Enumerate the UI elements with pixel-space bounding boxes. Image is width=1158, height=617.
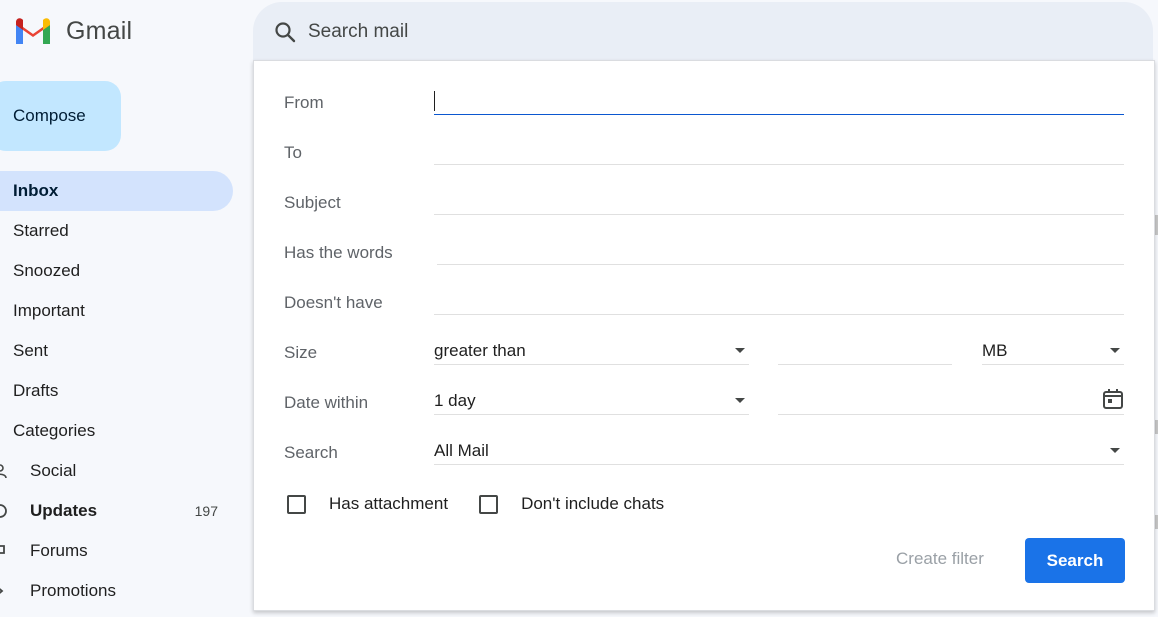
date-within-row: Date within 1 day — [284, 378, 1124, 428]
to-row: To — [284, 128, 1124, 178]
calendar-icon[interactable] — [1102, 388, 1124, 410]
subject-label: Subject — [284, 193, 341, 212]
doesnt-have-field[interactable] — [434, 285, 1124, 315]
chevron-down-icon — [1110, 348, 1120, 353]
chevron-down-icon — [735, 398, 745, 403]
doesnt-have-row: Doesn't have — [284, 278, 1124, 328]
has-attachment-label: Has attachment — [329, 494, 449, 513]
sidebar-item-promotions[interactable]: Promotions — [0, 571, 240, 611]
sidebar-item-label: Important — [13, 301, 85, 320]
search-scope-row: Search All Mail — [284, 428, 1124, 478]
forum-icon — [0, 545, 5, 554]
has-attachment-checkbox[interactable]: Has attachment — [287, 494, 448, 514]
sidebar-item-label: Categories — [13, 421, 96, 440]
gmail-logo[interactable]: Gmail — [13, 14, 132, 48]
size-row: Size greater than MB — [284, 328, 1124, 378]
dont-include-chats-label: Don't include chats — [521, 494, 665, 513]
date-within-label: Date within — [284, 393, 369, 412]
chevron-down-icon — [735, 348, 745, 353]
search-input[interactable]: Search mail — [308, 21, 408, 43]
sidebar-item-important[interactable]: Important — [0, 291, 240, 331]
size-unit-select[interactable]: MB — [982, 335, 1124, 365]
to-label: To — [284, 143, 302, 162]
checkbox-box[interactable] — [479, 494, 499, 514]
sidebar-item-categories[interactable]: Categories — [0, 411, 240, 451]
search-button[interactable]: Search — [1025, 538, 1125, 583]
sidebar-item-snoozed[interactable]: Snoozed — [0, 251, 240, 291]
sidebar-item-label: Updates — [30, 501, 98, 520]
search-icon[interactable] — [273, 20, 297, 44]
sidebar-item-label: Promotions — [30, 581, 116, 600]
sidebar-item-label: Inbox — [13, 181, 59, 200]
subject-field[interactable] — [434, 185, 1124, 215]
has-words-row: Has the words — [284, 228, 1124, 278]
sidebar-item-inbox[interactable]: Inbox — [0, 171, 233, 211]
size-label: Size — [284, 343, 318, 362]
sidebar-item-label: Social — [30, 461, 77, 480]
tag-icon — [0, 588, 4, 594]
size-value-field[interactable] — [778, 335, 952, 365]
checkbox-row: Has attachment Don't include chats — [287, 492, 695, 516]
to-field[interactable] — [434, 135, 1124, 165]
sidebar-item-label: Forums — [30, 541, 88, 560]
size-unit-value: MB — [982, 341, 1008, 360]
compose-button[interactable]: Compose — [0, 81, 121, 151]
info-icon — [0, 504, 7, 518]
search-scope-value: All Mail — [434, 441, 489, 460]
search-bar[interactable]: Search mail — [253, 2, 1153, 60]
size-operator-select[interactable]: greater than — [434, 335, 749, 365]
sidebar-item-updates[interactable]: Updates 197 — [0, 491, 240, 531]
search-scope-select[interactable]: All Mail — [434, 435, 1124, 465]
has-words-field[interactable] — [437, 235, 1124, 265]
sidebar-item-social[interactable]: Social — [0, 451, 240, 491]
sidebar-item-sent[interactable]: Sent — [0, 331, 240, 371]
date-within-value: 1 day — [434, 391, 476, 410]
sidebar-item-forums[interactable]: Forums — [0, 531, 240, 571]
app-name: Gmail — [66, 16, 133, 45]
from-row: From — [284, 78, 1124, 128]
doesnt-have-label: Doesn't have — [284, 293, 383, 312]
has-words-label: Has the words — [284, 243, 393, 262]
sidebar-item-label: Drafts — [13, 381, 59, 400]
advanced-search-panel: From To Subject Has the words Doesn't ha… — [253, 60, 1155, 611]
subject-row: Subject — [284, 178, 1124, 228]
size-operator-value: greater than — [434, 341, 526, 360]
people-icon — [0, 464, 7, 479]
date-within-select[interactable]: 1 day — [434, 385, 749, 415]
sidebar-item-label: Sent — [13, 341, 48, 360]
checkbox-box[interactable] — [287, 494, 306, 514]
unread-count: 197 — [194, 503, 218, 519]
sidebar-item-label: Snoozed — [13, 261, 81, 280]
gmail-m-icon — [16, 18, 50, 44]
from-field[interactable] — [434, 85, 1124, 115]
dont-include-chats-checkbox[interactable]: Don't include chats — [479, 494, 664, 514]
sidebar-item-label: Starred — [13, 221, 69, 240]
from-label: From — [284, 93, 324, 112]
date-field[interactable] — [778, 385, 1124, 415]
chevron-down-icon — [1110, 448, 1120, 453]
text-cursor — [434, 91, 435, 111]
search-scope-label: Search — [284, 443, 338, 462]
sidebar-nav: Inbox Starred Snoozed Important Sent Dra… — [0, 171, 240, 611]
sidebar-item-starred[interactable]: Starred — [0, 211, 240, 251]
create-filter-button[interactable]: Create filter — [896, 549, 984, 569]
sidebar-item-drafts[interactable]: Drafts — [0, 371, 240, 411]
